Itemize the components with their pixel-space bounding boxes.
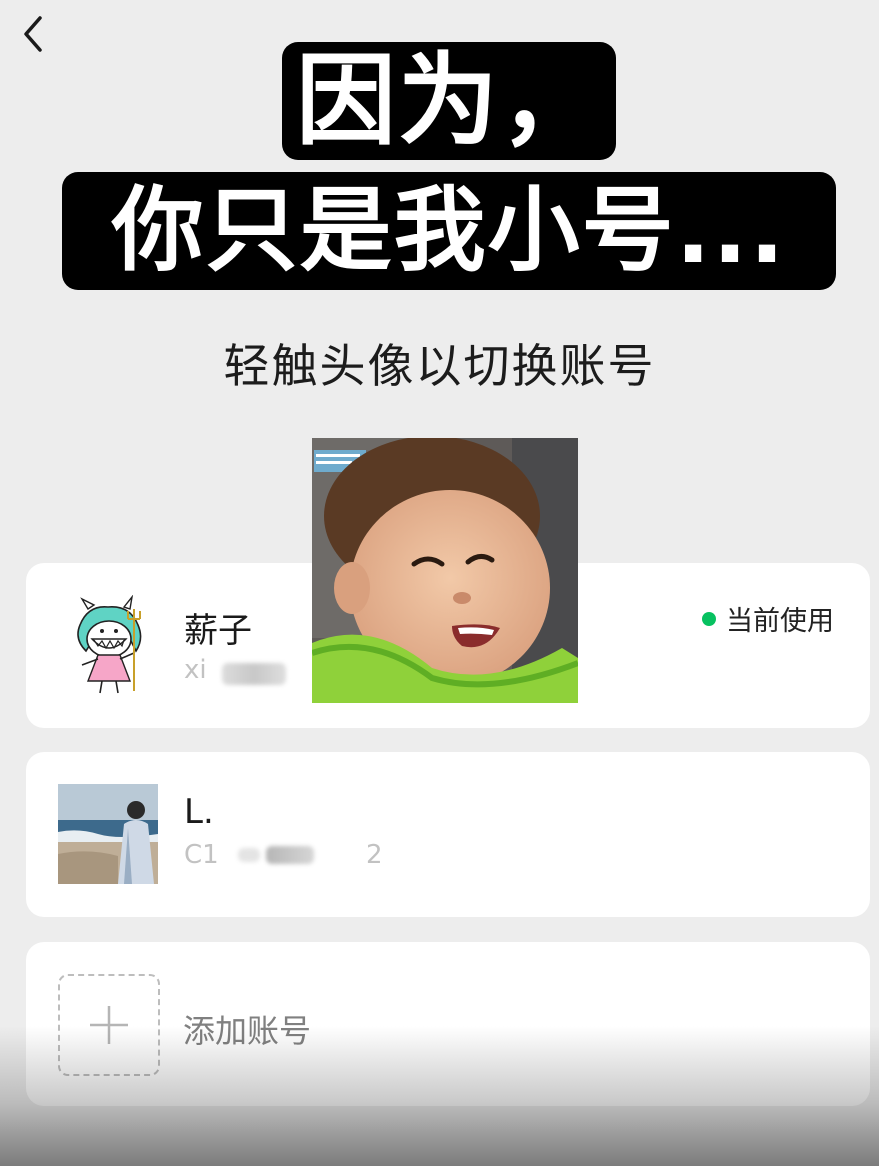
account-name: L. — [184, 792, 214, 832]
doodle-character-avatar[interactable] — [58, 594, 158, 695]
add-account-button[interactable] — [58, 974, 160, 1076]
add-account-label: 添加账号 — [183, 1012, 312, 1050]
current-account-status: 当前使用 — [702, 599, 834, 638]
chevron-left-icon — [24, 16, 42, 52]
account-card-secondary[interactable]: L. C1 2 — [26, 752, 870, 917]
page-subtitle: 轻触头像以切换账号 — [223, 339, 656, 393]
meme-caption-line-2: 你只是我小号... — [62, 172, 836, 290]
back-button[interactable] — [14, 12, 54, 56]
redacted-id-blur — [266, 846, 314, 864]
plus-icon — [90, 1006, 128, 1044]
account-id-start: C1 — [184, 840, 219, 870]
status-label: 当前使用 — [726, 606, 834, 637]
account-name: 薪子 — [184, 611, 252, 651]
laughing-baby-sticker — [311, 436, 580, 703]
account-id-end: 2 — [366, 840, 383, 870]
add-account-card[interactable]: 添加账号 — [26, 942, 870, 1106]
status-dot-icon — [702, 611, 716, 626]
beach-photo-avatar[interactable] — [58, 784, 158, 884]
account-id: xi — [184, 655, 207, 685]
redacted-id-blur — [222, 663, 286, 685]
redacted-id-blur — [238, 848, 260, 862]
meme-caption-line-1: 因为， — [282, 42, 616, 160]
